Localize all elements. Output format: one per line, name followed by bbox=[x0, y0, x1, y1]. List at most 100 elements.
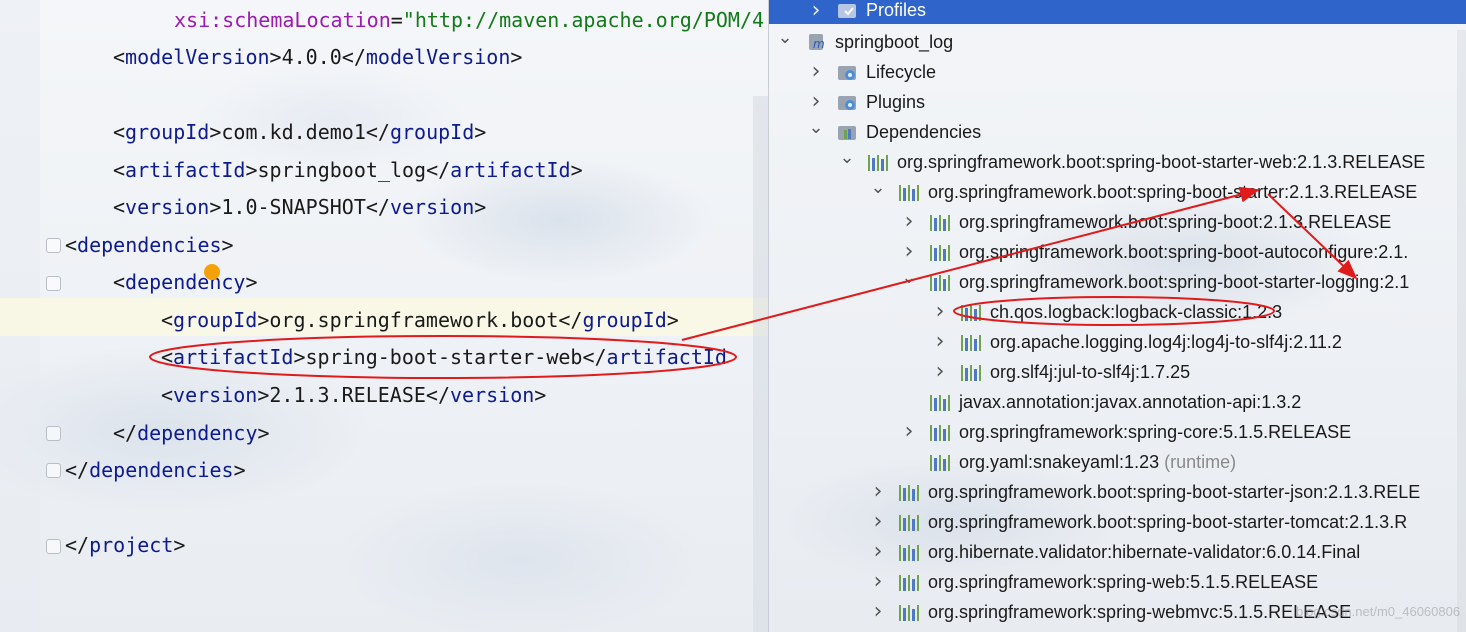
tree-row[interactable]: › org.hibernate.validator:hibernate-valid… bbox=[769, 537, 1466, 567]
chevron-down-icon[interactable]: ⌄ bbox=[870, 177, 886, 207]
code-text: < bbox=[161, 383, 174, 407]
tree-row[interactable]: › org.springframework.boot:spring-boot-st… bbox=[769, 477, 1466, 507]
fold-marker-icon[interactable] bbox=[46, 276, 61, 291]
library-icon bbox=[930, 243, 951, 261]
tree-row[interactable]: › org.springframework.boot:spring-boot-st… bbox=[769, 507, 1466, 537]
code-text: >org.springframework.boot</ bbox=[257, 308, 583, 332]
tree-row[interactable]: › org.apache.logging.log4j:log4j-to-slf4j… bbox=[769, 327, 1466, 357]
tree-scrollbar[interactable] bbox=[1457, 30, 1466, 632]
chevron-right-icon[interactable]: › bbox=[808, 87, 824, 117]
tree-row[interactable]: ⌄ org.springframework.boot:spring-boot-st… bbox=[769, 177, 1466, 207]
chevron-right-icon[interactable]: › bbox=[870, 597, 886, 627]
xml-tag-name: modelVersion bbox=[125, 45, 270, 69]
chevron-right-icon[interactable]: › bbox=[870, 567, 886, 597]
tree-row[interactable]: ⌄ org.springframework.boot:spring-boot-st… bbox=[769, 147, 1466, 177]
code-text: >springboot_log</ bbox=[245, 158, 451, 182]
tree-row-label: org.springframework.boot:spring-boot:2.1… bbox=[959, 212, 1392, 232]
code-line[interactable]: <dependencies> bbox=[65, 232, 234, 258]
tree-row[interactable]: › org.springframework:spring-web:5.1.5.RE… bbox=[769, 567, 1466, 597]
profiles-folder-icon bbox=[837, 1, 857, 19]
chevron-down-icon[interactable]: ⌄ bbox=[777, 27, 793, 57]
tree-row[interactable]: org.yaml:snakeyaml:1.23 (runtime) bbox=[769, 447, 1466, 477]
tree-row-label: org.apache.logging.log4j:log4j-to-slf4j:… bbox=[990, 332, 1342, 352]
code-text: >1.0-SNAPSHOT</ bbox=[209, 195, 390, 219]
tree-row[interactable]: › org.slf4j:jul-to-slf4j:1.7.25 bbox=[769, 357, 1466, 387]
tree-row-selected[interactable]: › Profiles bbox=[769, 0, 1466, 24]
tree-row[interactable]: ⌄ org.springframework.boot:spring-boot-st… bbox=[769, 267, 1466, 297]
code-text: </ bbox=[65, 458, 90, 482]
library-icon bbox=[899, 183, 920, 201]
code-line[interactable]: <modelVersion>4.0.0</modelVersion> bbox=[113, 44, 522, 70]
code-text: < bbox=[113, 120, 126, 144]
xml-tag-name: dependencies bbox=[89, 458, 234, 482]
xml-tag-name: artifactId bbox=[173, 345, 294, 369]
xml-tag-name: artifactId bbox=[606, 345, 727, 369]
chevron-right-icon[interactable]: › bbox=[901, 417, 917, 447]
xml-tag-name: project bbox=[89, 533, 174, 557]
tree-row[interactable]: › org.springframework.boot:spring-boot:2.… bbox=[769, 207, 1466, 237]
chevron-right-icon[interactable]: › bbox=[870, 477, 886, 507]
chevron-right-icon[interactable]: › bbox=[932, 357, 948, 387]
intention-bulb-icon[interactable] bbox=[204, 264, 220, 280]
tree-row[interactable]: javax.annotation:javax.annotation-api:1.… bbox=[769, 387, 1466, 417]
code-line[interactable]: <groupId>com.kd.demo1</groupId> bbox=[113, 119, 486, 145]
xml-tag-name: version bbox=[450, 383, 535, 407]
library-icon bbox=[899, 513, 920, 531]
tree-row[interactable]: ⌄ Dependencies bbox=[769, 117, 1466, 147]
chevron-right-icon[interactable]: › bbox=[870, 537, 886, 567]
tree-row-label: org.springframework:spring-web:5.1.5.REL… bbox=[928, 572, 1319, 592]
fold-marker-icon[interactable] bbox=[46, 426, 61, 441]
code-text: < bbox=[161, 345, 174, 369]
xml-tag-name: groupId bbox=[389, 120, 475, 144]
code-text: > bbox=[570, 158, 583, 182]
chevron-right-icon[interactable]: › bbox=[901, 207, 917, 237]
code-text: < bbox=[113, 195, 126, 219]
code-editor[interactable]: xsi:schemaLocation="http://maven.apache.… bbox=[0, 0, 768, 632]
tree-row[interactable]: › org.springframework.boot:spring-boot-au… bbox=[769, 237, 1466, 267]
maven-module-icon: m bbox=[806, 33, 826, 51]
maven-projects-tree[interactable]: › Profiles ⌄ m springboot_log › Lifecycle › Plug… bbox=[768, 0, 1466, 632]
code-line[interactable]: <version>2.1.3.RELEASE</version> bbox=[161, 382, 546, 408]
chevron-down-icon[interactable]: ⌄ bbox=[839, 147, 855, 177]
tree-row[interactable]: ⌄ m springboot_log bbox=[769, 27, 1466, 57]
library-icon bbox=[899, 603, 920, 621]
tree-row-label: org.springframework.boot:spring-boot-sta… bbox=[897, 152, 1426, 172]
code-line[interactable]: <groupId>org.springframework.boot</group… bbox=[161, 307, 679, 333]
chevron-down-icon[interactable]: ⌄ bbox=[808, 117, 824, 147]
code-text: >2.1.3.RELEASE</ bbox=[257, 383, 450, 407]
tree-row[interactable]: › ch.qos.logback:logback-classic:1.2.3 bbox=[769, 297, 1466, 327]
chevron-right-icon[interactable]: › bbox=[808, 0, 824, 28]
xml-tag-name: groupId bbox=[125, 120, 210, 144]
editor-scrollbar[interactable] bbox=[753, 96, 768, 632]
chevron-right-icon[interactable]: › bbox=[932, 327, 948, 357]
code-line[interactable]: xsi:schemaLocation="http://maven.apache.… bbox=[174, 7, 768, 33]
library-icon bbox=[930, 423, 951, 441]
code-line[interactable]: <artifactId>springboot_log</artifactId> bbox=[113, 157, 583, 183]
code-text: < bbox=[113, 158, 126, 182]
tree-row[interactable]: › Plugins bbox=[769, 87, 1466, 117]
xml-tag-name: version bbox=[125, 195, 210, 219]
dependencies-folder-icon bbox=[837, 123, 857, 141]
tree-row-label: org.springframework.boot:spring-boot-sta… bbox=[928, 512, 1408, 532]
code-line[interactable]: </dependency> bbox=[113, 420, 270, 446]
code-line[interactable]: <artifactId>spring-boot-starter-web</art… bbox=[161, 344, 727, 370]
xml-attribute: xsi:schemaLocation bbox=[174, 8, 391, 32]
tree-row[interactable]: › org.springframework:spring-core:5.1.5.R… bbox=[769, 417, 1466, 447]
code-line[interactable]: </project> bbox=[65, 532, 185, 558]
code-line[interactable]: <version>1.0-SNAPSHOT</version> bbox=[113, 194, 486, 220]
code-text: < bbox=[113, 270, 126, 294]
code-text: < bbox=[113, 45, 126, 69]
code-line[interactable]: <dependency> bbox=[113, 269, 258, 295]
chevron-down-icon[interactable]: ⌄ bbox=[901, 267, 917, 297]
chevron-right-icon[interactable]: › bbox=[870, 507, 886, 537]
fold-marker-icon[interactable] bbox=[46, 238, 61, 253]
tree-row[interactable]: › Lifecycle bbox=[769, 57, 1466, 87]
code-text: > bbox=[233, 458, 246, 482]
tree-row-label: Lifecycle bbox=[866, 62, 937, 82]
fold-marker-icon[interactable] bbox=[46, 463, 61, 478]
fold-marker-icon[interactable] bbox=[46, 539, 61, 554]
chevron-right-icon[interactable]: › bbox=[901, 237, 917, 267]
chevron-right-icon[interactable]: › bbox=[808, 57, 824, 87]
chevron-right-icon[interactable]: › bbox=[932, 297, 948, 327]
code-line[interactable]: </dependencies> bbox=[65, 457, 246, 483]
